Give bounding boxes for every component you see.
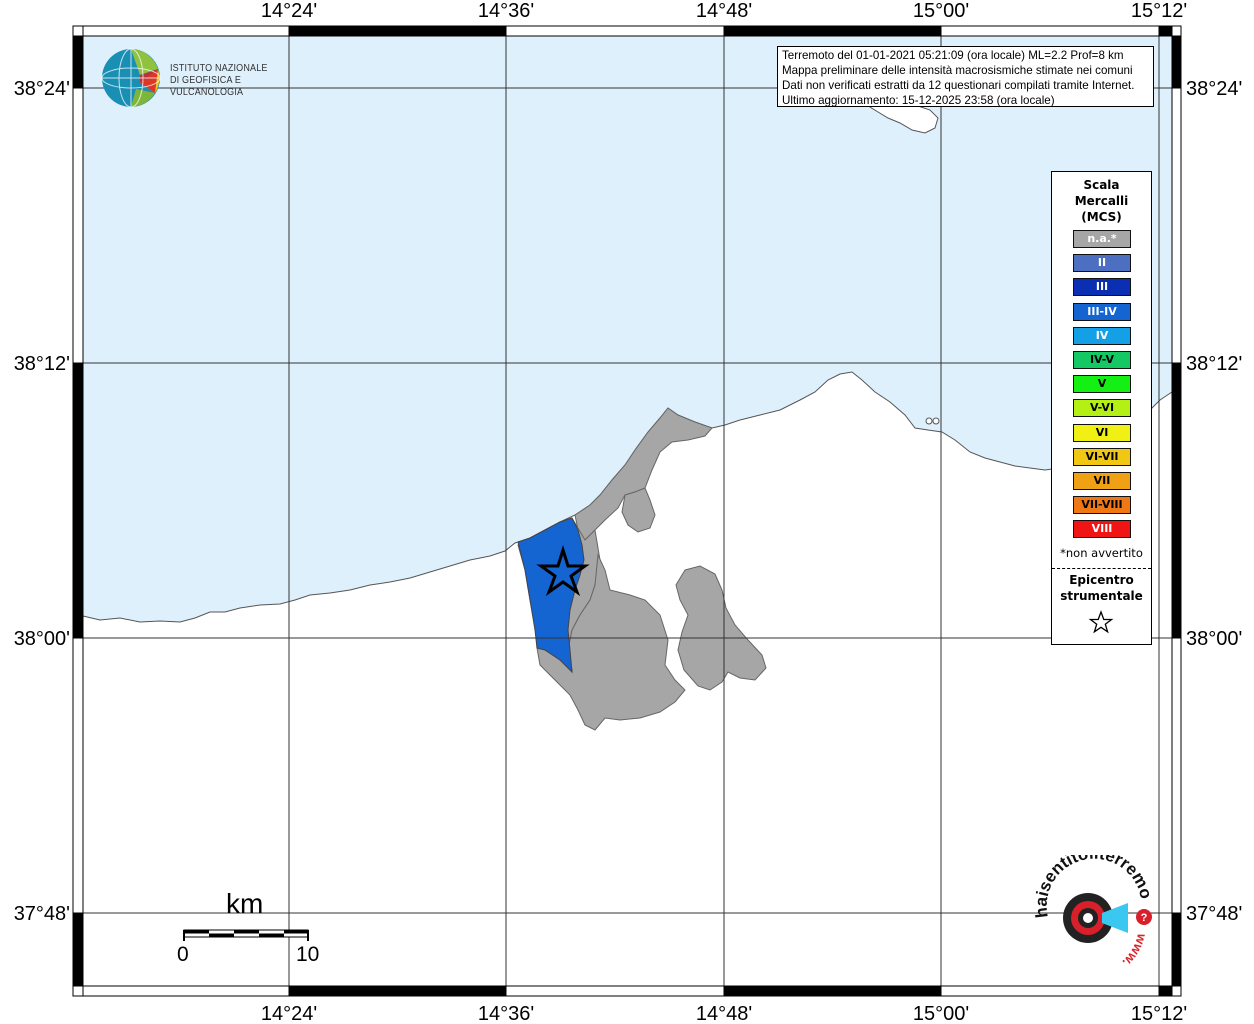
legend-item-iv-v: IV-V (1073, 351, 1131, 369)
legend-item-v-vi: V-VI (1073, 399, 1131, 418)
lat-label-right: 38°24' (1186, 78, 1242, 100)
lon-label-top: 14°48' (696, 0, 752, 22)
legend-epicentre-label: Epicentro strumentale (1052, 572, 1151, 604)
lon-label-bottom: 15°12' (1131, 1003, 1187, 1024)
scale-end-label: 10 (296, 943, 320, 966)
lat-label-right: 38°12' (1186, 353, 1242, 375)
legend-item-v: V (1073, 375, 1131, 394)
event-info-box: Terremoto del 01-01-2021 05:21:09 (ora l… (777, 46, 1154, 107)
legend-epicentre-line: Epicentro (1069, 573, 1134, 587)
lat-label-right: 38°00' (1186, 628, 1242, 650)
ingv-name-line1: ISTITUTO NAZIONALE (170, 63, 268, 74)
ingv-logo: ISTITUTO NAZIONALE DI GEOFISICA E VULCAN… (100, 47, 320, 109)
legend-item-iii: III (1073, 278, 1131, 297)
scale-unit-label: km (226, 888, 264, 919)
intensity-legend: Scala Mercalli (MCS) n.a.* II III III-IV IV I… (1051, 171, 1152, 645)
legend-divider (1052, 568, 1151, 569)
event-info-line: Dati non verificati estratti da 12 quest… (782, 79, 1135, 92)
event-info-line: Mappa preliminare delle intensità macros… (782, 64, 1133, 77)
legend-item-iii-iv: III-IV (1073, 302, 1131, 321)
legend-item-iv: IV (1073, 326, 1131, 345)
lat-label-left: 37°48' (14, 903, 70, 925)
lon-label-bottom: 14°24' (261, 1003, 317, 1024)
legend-item-ii: II (1073, 254, 1131, 273)
event-info-line: Ultimo aggiornamento: 15-12-2025 23:58 (… (782, 94, 1055, 107)
legend-item-vii: VII (1073, 472, 1131, 490)
legend-epicentre-line: strumentale (1060, 589, 1143, 603)
lat-label-left: 38°12' (14, 353, 70, 375)
ingv-name-line2: DI GEOFISICA E VULCANOLOGIA (170, 75, 244, 98)
legend-item-vi-vii: VI-VII (1073, 447, 1131, 466)
lat-label-right: 37°48' (1186, 903, 1242, 925)
legend-item-viii: VIII (1073, 520, 1131, 539)
hst-logo: haisentitoilterremoto.it www. ? (1030, 855, 1156, 970)
hst-logo-url: www. (1120, 931, 1150, 970)
islet (925, 417, 933, 425)
lon-label-top: 14°24' (261, 0, 317, 22)
lon-label-top: 15°00' (913, 0, 969, 22)
lon-label-top: 15°12' (1131, 0, 1187, 22)
lat-label-left: 38°24' (14, 78, 70, 100)
lon-label-bottom: 15°00' (913, 1003, 969, 1024)
legend-title-line: Scala (1083, 178, 1120, 192)
legend-title-line: (MCS) (1081, 210, 1122, 224)
epicentre-star-icon (1088, 610, 1114, 634)
scale-start-label: 0 (177, 943, 189, 966)
legend-title: Scala Mercalli (MCS) (1052, 177, 1151, 225)
event-info-line: Terremoto del 01-01-2021 05:21:09 (ora l… (782, 49, 1124, 62)
globe-icon (101, 48, 161, 108)
legend-item-n-a: n.a.* (1073, 230, 1131, 248)
legend-item-vii-viii: VII-VIII (1073, 496, 1131, 515)
legend-item-vi: VI (1073, 423, 1131, 442)
lon-label-bottom: 14°36' (478, 1003, 534, 1024)
lat-label-left: 38°00' (14, 628, 70, 650)
svg-text:?: ? (1141, 912, 1148, 924)
lon-label-bottom: 14°48' (696, 1003, 752, 1024)
lon-label-top: 14°36' (478, 0, 534, 22)
legend-note: *non avvertito (1060, 546, 1143, 560)
legend-title-line: Mercalli (1074, 194, 1129, 208)
islet (932, 417, 940, 425)
